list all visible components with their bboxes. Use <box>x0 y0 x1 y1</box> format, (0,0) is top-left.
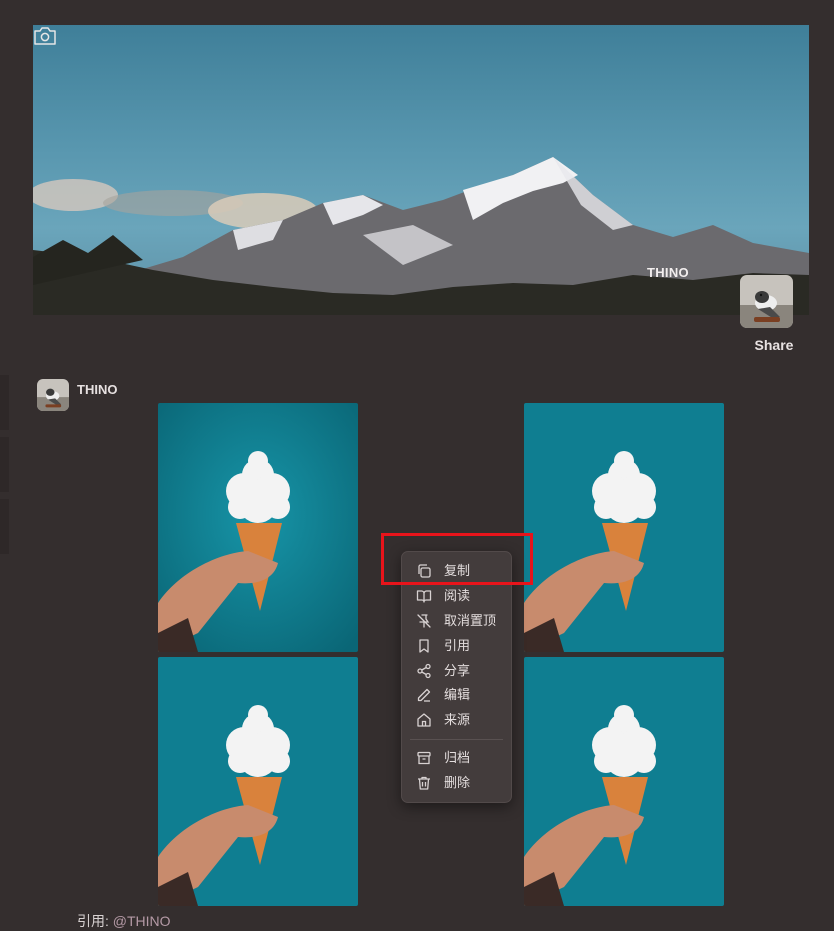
pin-off-icon <box>417 614 431 628</box>
quote-link[interactable]: @THINO <box>113 913 171 929</box>
share-icon <box>417 663 431 679</box>
memo-quote: 引用: @THINO <box>77 911 171 931</box>
menu-item-label: 分享 <box>444 663 471 678</box>
highlight-box <box>381 533 533 585</box>
trash-icon <box>418 776 430 790</box>
menu-item-delete[interactable]: 删除 <box>402 771 511 795</box>
menu-item-label: 来源 <box>444 712 471 727</box>
memo-username: THINO <box>77 382 118 397</box>
banner-username: THINO <box>647 265 689 280</box>
camera-icon[interactable] <box>33 25 57 47</box>
ice-cream-cloud-photo <box>524 657 724 906</box>
menu-item-source[interactable]: 来源 <box>402 708 511 732</box>
menu-item-label: 归档 <box>444 750 471 765</box>
archive-icon <box>417 751 431 765</box>
sidebar-edge <box>0 437 9 492</box>
ice-cream-cloud-photo <box>158 657 358 906</box>
menu-item-label: 取消置顶 <box>444 613 497 628</box>
menu-item-read[interactable]: 阅读 <box>402 584 511 608</box>
menu-item-quote[interactable]: 引用 <box>402 634 511 658</box>
ice-cream-cloud-photo <box>524 403 724 652</box>
memo-image[interactable] <box>524 657 724 906</box>
menu-item-label: 编辑 <box>444 687 471 702</box>
menu-item-label: 删除 <box>444 775 471 790</box>
menu-divider <box>410 739 503 740</box>
memo-image[interactable] <box>158 403 358 652</box>
memo-image[interactable] <box>524 403 724 652</box>
sidebar-edge <box>0 499 9 554</box>
book-open-icon <box>416 590 432 603</box>
memo-image[interactable] <box>158 657 358 906</box>
share-avatar[interactable] <box>740 275 793 328</box>
menu-item-share[interactable]: 分享 <box>402 659 511 683</box>
ice-cream-cloud-photo <box>158 403 358 652</box>
quote-prefix: 引用: <box>77 913 109 929</box>
menu-item-label: 引用 <box>444 638 471 653</box>
mountain-landscape <box>33 157 809 315</box>
menu-item-edit[interactable]: 编辑 <box>402 683 511 707</box>
share-button[interactable]: Share <box>740 337 808 353</box>
home-icon <box>417 713 431 727</box>
menu-item-label: 阅读 <box>444 588 471 603</box>
bookmark-icon <box>419 639 429 653</box>
profile-banner <box>33 25 809 315</box>
bird-avatar-icon <box>37 379 69 411</box>
memo-avatar[interactable] <box>37 379 69 411</box>
menu-item-archive[interactable]: 归档 <box>402 746 511 770</box>
bird-avatar-icon <box>740 275 793 328</box>
context-menu: 复制 阅读 取消置顶 引用 分享 编辑 来源 归档 删除 <box>401 551 512 803</box>
menu-item-unpin[interactable]: 取消置顶 <box>402 609 511 633</box>
sidebar-edge <box>0 375 9 430</box>
pencil-icon <box>417 688 431 702</box>
